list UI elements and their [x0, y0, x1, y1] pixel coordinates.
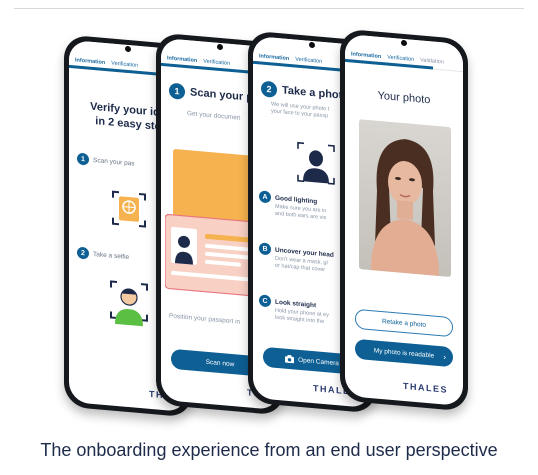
tab-information[interactable]: Information: [351, 51, 381, 60]
camera-notch: [309, 41, 315, 49]
tab-verification[interactable]: Verification: [387, 55, 414, 63]
user-photo: [359, 119, 451, 277]
phone-screen: Information Verification Validation Your…: [345, 33, 463, 407]
phones-showcase: Information Verification Verify your ide…: [0, 0, 538, 430]
phone-your-photo: Information Verification Validation Your…: [340, 28, 468, 412]
open-camera-label: Open Camera: [298, 356, 339, 367]
tip-uncover-head: B Uncover your head Don't wear a mask, g…: [259, 242, 334, 275]
screen-title: Take a photo: [282, 84, 350, 103]
tip-good-lighting: A Good lighting Make sure you are in and…: [259, 190, 326, 222]
retake-photo-button[interactable]: Retake a photo: [355, 308, 453, 338]
step-label: Take a selfie: [93, 250, 130, 261]
tab-information[interactable]: Information: [167, 55, 197, 64]
scan-hint: Position your passport in: [169, 312, 241, 326]
tip-key: C: [259, 294, 271, 308]
camera-notch: [217, 43, 223, 51]
step-number: 1: [77, 152, 89, 166]
tab-validation[interactable]: Validation: [420, 57, 444, 65]
tip-look-straight: C Look straight Hold your phone at ey lo…: [259, 294, 329, 326]
camera-icon: [285, 354, 295, 364]
tab-verification[interactable]: Verification: [203, 59, 230, 67]
camera-notch: [401, 39, 407, 47]
your-photo-screen: Your photo Retake a photo My photo is re…: [345, 62, 463, 406]
step-number: 2: [77, 246, 89, 260]
photo-readable-label: My photo is readable: [373, 346, 435, 360]
step-label: Scan your pas: [93, 156, 135, 168]
caption: The onboarding experience from an end us…: [40, 440, 498, 460]
chevron-right-icon: ›: [443, 351, 446, 362]
tip-key: A: [259, 190, 271, 204]
step-take-selfie: 2 Take a selfie: [77, 246, 130, 264]
tab-information[interactable]: Information: [75, 57, 105, 66]
screen-title: Your photo: [377, 89, 431, 107]
tip-key: B: [259, 242, 271, 256]
tab-information[interactable]: Information: [259, 53, 289, 62]
face-frame-icon: [297, 141, 335, 185]
tab-verification[interactable]: Verification: [111, 61, 138, 69]
step-scan-passport: 1 Scan your pas: [77, 152, 135, 170]
tip-title: Look straight: [275, 298, 317, 309]
tab-verification[interactable]: Verification: [295, 57, 322, 65]
thales-logo: THALES: [403, 380, 448, 395]
selfie-scan-icon: [110, 280, 148, 327]
photo-readable-button[interactable]: My photo is readable ›: [355, 338, 453, 368]
camera-notch: [125, 45, 131, 53]
passport-scan-icon: [112, 190, 146, 228]
step-number: 2: [261, 80, 277, 98]
step-number: 1: [169, 82, 185, 100]
